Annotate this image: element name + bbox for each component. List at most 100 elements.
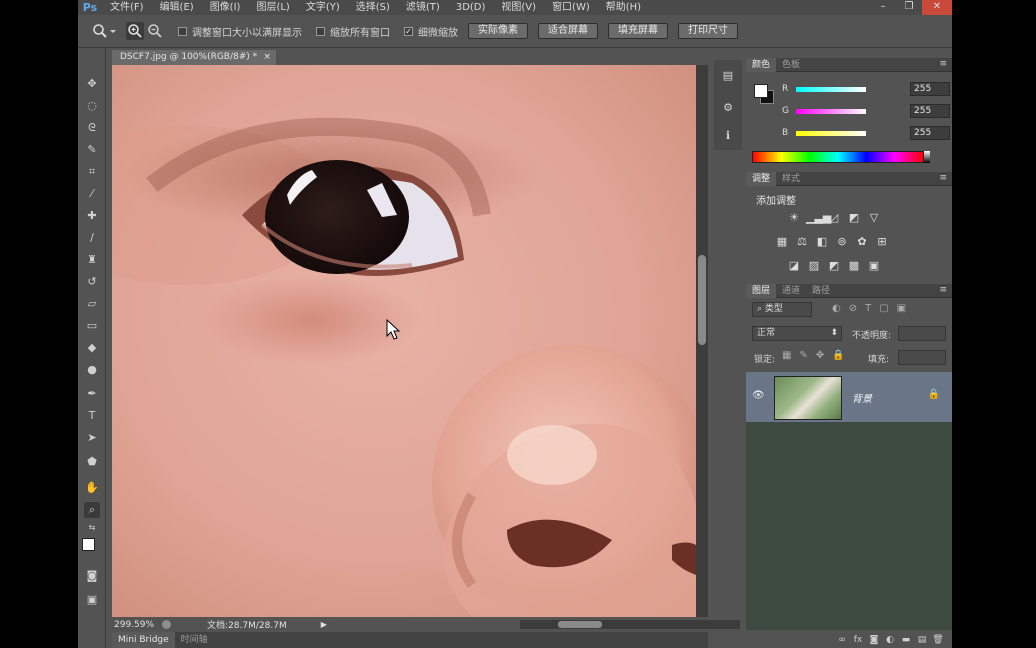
brush-tool-icon[interactable]: ∕ <box>84 230 100 246</box>
scrubby-zoom-checkbox[interactable]: ✓ <box>404 26 413 36</box>
zoom-out-icon[interactable] <box>146 22 164 40</box>
threshold-icon[interactable]: ◩ <box>826 258 842 274</box>
brightness-contrast-icon[interactable]: ☀ <box>786 210 802 226</box>
history-brush-tool-icon[interactable]: ↺ <box>84 274 100 290</box>
layer-filter-icons[interactable]: ◐⊘T▢▣ <box>832 303 914 314</box>
zoom-tool-icon[interactable] <box>92 23 108 39</box>
vertical-scrollbar[interactable] <box>696 65 708 617</box>
status-menu-arrow-icon[interactable]: ▶ <box>321 620 327 629</box>
lasso-tool-icon[interactable]: ᘓ <box>84 120 100 136</box>
foreground-color-swatch[interactable] <box>82 538 95 551</box>
color-panel-foreground-swatch[interactable] <box>754 84 768 98</box>
menu-image[interactable]: 图像(I) <box>202 0 249 15</box>
invert-icon[interactable]: ◪ <box>786 258 802 274</box>
menu-3d[interactable]: 3D(D) <box>448 0 494 15</box>
black-white-icon[interactable]: ◧ <box>814 234 830 250</box>
tab-swatches[interactable]: 色板 <box>776 58 806 72</box>
minimize-button[interactable]: – <box>870 0 896 15</box>
document-tab[interactable]: DSCF7.jpg @ 100%(RGB/8#) * × <box>112 50 276 65</box>
tab-mini-bridge[interactable]: Mini Bridge <box>112 632 175 648</box>
zoom-in-icon[interactable] <box>126 22 144 40</box>
info-panel-icon[interactable]: ℹ <box>720 128 736 144</box>
exposure-icon[interactable]: ◩ <box>846 210 862 226</box>
tab-channels[interactable]: 通道 <box>776 284 806 298</box>
fill-screen-button[interactable]: 填充屏幕 <box>608 23 668 39</box>
tab-timeline[interactable]: 时间轴 <box>175 632 214 648</box>
layer-name[interactable]: 背景 <box>852 390 872 405</box>
curves-icon[interactable]: ◿ <box>826 210 842 226</box>
type-tool-icon[interactable]: T <box>84 408 100 424</box>
print-size-button[interactable]: 打印尺寸 <box>678 23 738 39</box>
canvas-area[interactable] <box>112 65 696 617</box>
selective-color-icon[interactable]: ▣ <box>866 258 882 274</box>
menu-filter[interactable]: 滤镜(T) <box>398 0 448 15</box>
horizontal-scrollbar[interactable] <box>520 620 740 629</box>
quick-mask-icon[interactable]: ◙ <box>84 568 100 584</box>
menu-view[interactable]: 视图(V) <box>493 0 544 15</box>
healing-brush-tool-icon[interactable]: ✚ <box>84 208 100 224</box>
new-group-icon[interactable]: ▬ <box>898 635 914 645</box>
move-tool-icon[interactable]: ✥ <box>84 76 100 92</box>
new-layer-icon[interactable]: ▤ <box>914 635 930 645</box>
green-value[interactable]: 255 <box>910 104 950 118</box>
tab-color[interactable]: 颜色 <box>746 57 777 72</box>
red-slider[interactable] <box>796 86 866 92</box>
blue-value[interactable]: 255 <box>910 126 950 140</box>
panel-menu-icon[interactable]: ≡ <box>939 284 947 297</box>
clone-stamp-tool-icon[interactable]: ♜ <box>84 252 100 268</box>
gradient-map-icon[interactable]: ▩ <box>846 258 862 274</box>
crop-tool-icon[interactable]: ⌗ <box>84 164 100 180</box>
eye-icon[interactable]: 👁 <box>752 390 765 401</box>
screen-mode-icon[interactable]: ▣ <box>84 592 100 608</box>
actions-panel-icon[interactable]: ⚙ <box>720 100 736 116</box>
horizontal-scroll-thumb[interactable] <box>558 621 602 628</box>
tab-styles[interactable]: 样式 <box>776 172 806 186</box>
menu-file[interactable]: 文件(F) <box>102 0 152 15</box>
panel-menu-icon[interactable]: ≡ <box>939 58 947 71</box>
green-slider[interactable] <box>796 108 866 114</box>
panel-menu-icon[interactable]: ≡ <box>939 172 947 185</box>
eyedropper-tool-icon[interactable]: ⁄ <box>84 186 100 202</box>
fit-screen-button[interactable]: 适合屏幕 <box>538 23 598 39</box>
actual-pixels-button[interactable]: 实际像素 <box>468 23 528 39</box>
history-panel-icon[interactable]: ▤ <box>720 68 736 84</box>
fill-input[interactable] <box>898 350 946 365</box>
vertical-scroll-thumb[interactable] <box>698 255 706 345</box>
path-select-tool-icon[interactable]: ➤ <box>84 430 100 446</box>
resize-windows-option[interactable]: 调整窗口大小以满屏显示 <box>178 24 302 39</box>
zoom-all-checkbox[interactable] <box>316 26 325 36</box>
photo-canvas[interactable] <box>112 65 696 617</box>
close-document-icon[interactable]: × <box>263 50 271 65</box>
dodge-tool-icon[interactable]: ● <box>84 362 100 378</box>
opacity-input[interactable] <box>898 326 946 341</box>
blend-mode-select[interactable]: 正常 ⬍ <box>752 326 842 341</box>
color-swatches[interactable] <box>82 538 104 560</box>
vibrance-icon[interactable]: ▽ <box>866 210 882 226</box>
link-layers-icon[interactable]: ∞ <box>834 635 850 645</box>
resize-windows-checkbox[interactable] <box>178 26 187 36</box>
scrubby-zoom-option[interactable]: ✓ 细微缩放 <box>404 24 458 39</box>
photo-filter-icon[interactable]: ⊚ <box>834 234 850 250</box>
channel-mixer-icon[interactable]: ✿ <box>854 234 870 250</box>
tool-preset-dropdown-icon[interactable] <box>108 23 118 39</box>
menu-layer[interactable]: 图层(L) <box>248 0 297 15</box>
layer-filter-kind[interactable]: ⌕ 类型 <box>752 302 812 317</box>
add-mask-icon[interactable]: ◙ <box>866 635 882 645</box>
menu-help[interactable]: 帮助(H) <box>598 0 649 15</box>
red-value[interactable]: 255 <box>910 82 950 96</box>
new-adjustment-layer-icon[interactable]: ◐ <box>882 635 898 645</box>
shape-tool-icon[interactable]: ⬟ <box>84 454 100 470</box>
eraser-tool-icon[interactable]: ▱ <box>84 296 100 312</box>
restore-button[interactable]: ❐ <box>896 0 922 15</box>
zoom-level-readout[interactable]: 299.59% <box>114 620 154 630</box>
status-info-icon[interactable] <box>162 620 172 629</box>
pen-tool-icon[interactable]: ✒ <box>84 386 100 402</box>
close-button[interactable]: ✕ <box>922 0 952 15</box>
blur-tool-icon[interactable]: ◆ <box>84 340 100 356</box>
posterize-icon[interactable]: ▨ <box>806 258 822 274</box>
hue-saturation-icon[interactable]: ▦ <box>774 234 790 250</box>
lock-icons[interactable]: ▦✎✥🔒 <box>782 350 853 361</box>
quick-select-tool-icon[interactable]: ✎ <box>84 142 100 158</box>
menu-select[interactable]: 选择(S) <box>348 0 398 15</box>
levels-icon[interactable]: ▁▃▅ <box>806 210 831 226</box>
